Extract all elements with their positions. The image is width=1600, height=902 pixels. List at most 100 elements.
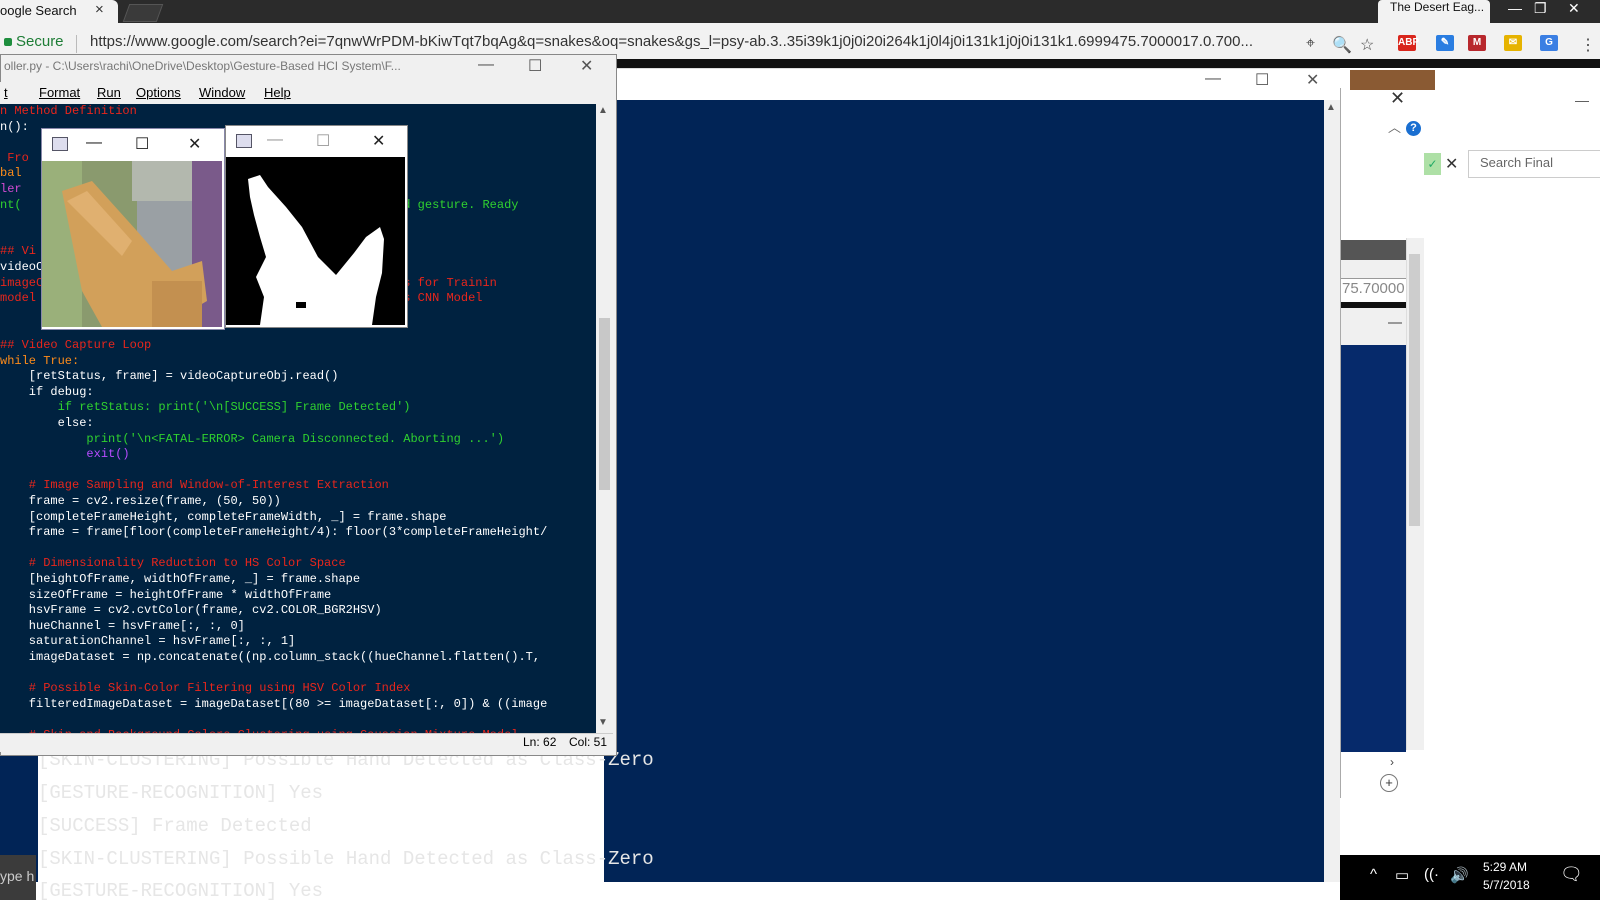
code-line: while True: [0,353,80,368]
code-line: videoC [0,260,44,274]
divider [1341,302,1406,308]
console-scrollbar[interactable] [1324,100,1340,882]
editor-maximize-icon[interactable]: ☐ [528,56,542,76]
editor-statusbar [0,733,613,752]
lock-icon[interactable] [4,38,12,46]
thumbnail [1350,70,1435,90]
close-icon[interactable]: ✕ [372,131,385,151]
code-line: hueChannel = hsvFrame[:, :, 0] [0,618,245,633]
help-icon[interactable]: ? [1406,121,1421,136]
scroll-up-icon[interactable]: ▲ [1326,102,1336,113]
clock-date[interactable]: 5/7/2018 [1483,878,1530,892]
code-line: else: [0,416,94,430]
code-line: ler [0,182,22,196]
editor-minimize-icon[interactable]: — [478,56,494,74]
code-line: n Method Definition [0,104,137,118]
zoom-in-icon[interactable]: + [1380,774,1398,792]
console-line: [SUCCESS] Frame Detected [38,815,312,837]
browser-window-tab-label: The Desert Eag... [1390,0,1485,14]
translate-extension-icon[interactable]: G [1540,35,1558,51]
chevron-right-icon[interactable]: › [1390,755,1394,769]
chevron-up-icon[interactable]: ︿ [1388,117,1401,136]
code-line: # Image Sampling and Window-of-Interest … [0,478,389,493]
column-number: Col: 51 [569,735,608,749]
console-maximize-icon[interactable]: ☐ [1255,70,1269,90]
url-field[interactable]: https://www.google.com/search?ei=7qnwWrP… [90,33,1290,50]
minimize-icon[interactable]: — [267,131,283,149]
wifi-icon[interactable]: ((· [1424,866,1439,883]
window-header [1341,240,1406,260]
console-close-icon[interactable]: ✕ [1306,70,1319,90]
tray-expand-icon[interactable]: ^ [1370,866,1377,883]
volume-icon[interactable]: 🔊 [1450,866,1469,884]
close-icon[interactable]: ✕ [1568,0,1580,17]
new-tab-button[interactable] [122,4,164,22]
console-line: [GESTURE-RECOGNITION] Yes [38,880,324,902]
code-line: ## Vi [0,244,37,259]
console-minimize-icon[interactable]: — [1205,70,1221,88]
code-line: [completeFrameHeight, completeFrameWidth… [0,509,447,524]
clock-time[interactable]: 5:29 AM [1483,860,1527,874]
secure-label[interactable]: Secure [16,33,64,50]
maximize-icon[interactable]: ☐ [316,131,330,151]
code-line: n(): [0,119,29,134]
code-line: print('\n<FATAL-ERROR> Camera Disconnect… [0,431,505,446]
editor-scrollbar-thumb[interactable] [599,318,610,490]
code-line: frame = frame[floor(completeFrameHeight/… [0,525,548,540]
menu-format[interactable]: Format [39,85,80,100]
code-line: imageDataset = np.concatenate((np.column… [0,650,541,664]
adblock-icon[interactable]: ABP [1398,35,1419,51]
m-extension-icon[interactable]: M [1468,35,1486,51]
console-line: [SKIN-CLUSTERING] Possible Hand Detected… [38,848,654,870]
bookmark-star-icon[interactable]: ☆ [1360,35,1374,55]
taskbar-search-text[interactable]: ype h [0,868,34,884]
close-icon[interactable]: ✕ [188,134,201,154]
menu-icon[interactable]: ⋮ [1580,35,1596,55]
menu-edit[interactable]: t [4,85,8,100]
explorer-close-icon[interactable]: ✕ [1390,88,1405,109]
code-line: # Dimensionality Reduction to HS Color S… [0,556,346,571]
console-body[interactable] [604,100,1324,882]
line-number: Ln: 62 [523,735,557,749]
minimize-icon[interactable]: — [86,134,102,152]
camera-feed-image [42,161,222,327]
console-preview [1341,345,1406,752]
mail-extension-icon[interactable]: ✉ [1504,35,1522,51]
binary-mask-image [226,157,405,325]
restore-icon[interactable]: ❐ [1534,0,1547,17]
clear-icon[interactable]: ✕ [1445,154,1458,174]
editor-close-icon[interactable]: ✕ [580,56,593,76]
code-line: if retStatus: print('\n[SUCCESS] Frame D… [0,400,411,415]
window-icon [236,134,252,148]
code-line: filteredImageDataset = imageDataset[(80 … [0,696,548,711]
battery-icon[interactable]: ▭ [1395,866,1409,884]
page-header-strip [600,59,1600,68]
scroll-up-icon[interactable]: ▲ [598,105,608,116]
explorer-minimize-icon[interactable]: — [1575,92,1589,108]
minimize-icon[interactable]: — [1508,0,1522,16]
code-line: # Possible Skin-Color Filtering using HS… [0,681,411,696]
pen-extension-icon[interactable]: ✎ [1436,35,1454,51]
menu-run[interactable]: Run [97,85,121,100]
code-line: [heightOfFrame, widthOfFrame, _] = frame… [0,572,361,586]
notification-icon[interactable]: 🗨 [1560,864,1583,885]
code-line: hsvFrame = cv2.cvtColor(frame, cv2.COLOR… [0,603,382,618]
value-text: 75.70000 [1342,280,1405,297]
location-icon[interactable]: ⌖ [1306,35,1315,53]
browser-tab-strip [0,0,1600,23]
check-icon[interactable]: ✓ [1424,153,1441,175]
divider [76,35,77,53]
menu-help[interactable]: Help [264,85,291,100]
tab-close-icon[interactable]: × [95,1,104,18]
scrollbar-thumb[interactable] [1409,254,1420,526]
window-icon [52,137,68,151]
scroll-down-icon[interactable]: ▼ [598,717,608,728]
minimize-icon[interactable] [1388,322,1402,324]
code-line: if debug: [0,384,94,399]
console-titlebar [604,68,1340,101]
code-line: frame = cv2.resize(frame, (50, 50)) [0,494,281,508]
menu-options[interactable]: Options [136,85,181,100]
maximize-icon[interactable]: ☐ [135,134,149,154]
zoom-icon[interactable]: 🔍 [1332,35,1352,55]
menu-window[interactable]: Window [199,85,245,100]
